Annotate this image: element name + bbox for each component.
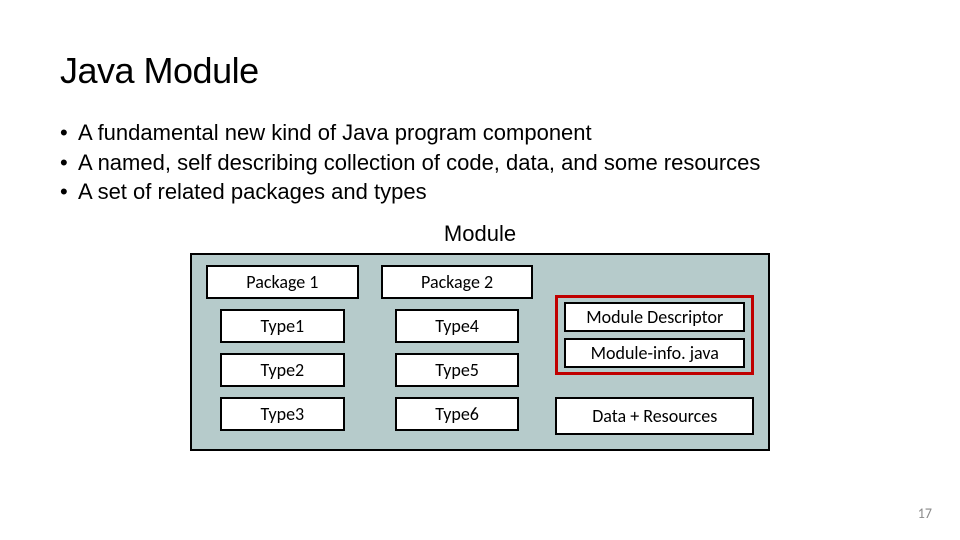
bullet-dot: • xyxy=(60,118,78,148)
bullet-dot: • xyxy=(60,148,78,178)
module-label: Module xyxy=(60,221,900,247)
type-box: Type1 xyxy=(220,309,345,343)
module-info-file: Module-info. java xyxy=(564,338,745,368)
bullet-item: • A fundamental new kind of Java program… xyxy=(60,118,900,148)
package-2-column: Package 2 Type4 Type5 Type6 xyxy=(381,265,534,435)
type-box: Type2 xyxy=(220,353,345,387)
bullet-list: • A fundamental new kind of Java program… xyxy=(60,118,900,207)
package-1-column: Package 1 Type1 Type2 Type3 xyxy=(206,265,359,435)
type-box: Type4 xyxy=(395,309,520,343)
type-box: Type6 xyxy=(395,397,520,431)
type-box: Type5 xyxy=(395,353,520,387)
slide: Java Module • A fundamental new kind of … xyxy=(0,0,960,540)
bullet-item: • A set of related packages and types xyxy=(60,177,900,207)
module-descriptor-group: Module Descriptor Module-info. java xyxy=(555,295,754,375)
type-box: Type3 xyxy=(220,397,345,431)
module-diagram: Package 1 Type1 Type2 Type3 Package 2 Ty… xyxy=(190,253,770,451)
data-resources-box: Data + Resources xyxy=(555,397,754,435)
package-2-header: Package 2 xyxy=(381,265,534,299)
bullet-text: A set of related packages and types xyxy=(78,177,900,207)
module-descriptor-title: Module Descriptor xyxy=(564,302,745,332)
bullet-text: A named, self describing collection of c… xyxy=(78,148,900,178)
package-1-header: Package 1 xyxy=(206,265,359,299)
descriptor-column: Module Descriptor Module-info. java Data… xyxy=(555,265,754,435)
bullet-item: • A named, self describing collection of… xyxy=(60,148,900,178)
page-number: 17 xyxy=(918,505,932,522)
slide-title: Java Module xyxy=(60,50,900,92)
bullet-dot: • xyxy=(60,177,78,207)
bullet-text: A fundamental new kind of Java program c… xyxy=(78,118,900,148)
